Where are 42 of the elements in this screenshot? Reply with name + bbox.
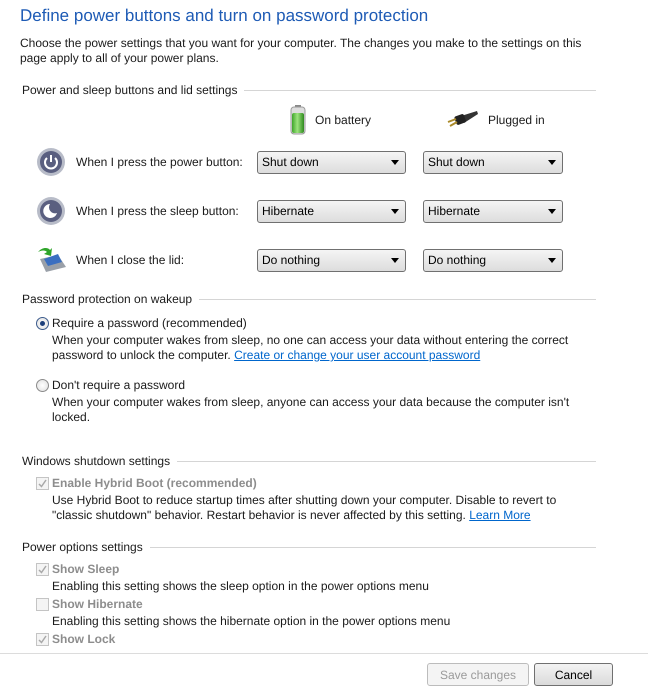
column-label: On battery bbox=[315, 113, 372, 127]
dropdown[interactable]: Hibernate bbox=[257, 200, 406, 222]
section-heading: Password protection on wakeup bbox=[22, 291, 192, 307]
power-icon bbox=[36, 147, 66, 177]
checkbox-label: Enable Hybrid Boot (recommended) bbox=[52, 475, 257, 492]
dropdown[interactable]: Shut down bbox=[423, 150, 563, 174]
setting-label: When I press the power button: bbox=[76, 155, 244, 169]
option-description: When your computer wakes from sleep, no one can access your data without entering the correct password to unlock the computer. Create or change your user account password bbox=[52, 333, 570, 363]
intro-text: Choose the power settings that you want for your computer. The changes you make to the settings on this page apply to all of your power plans. bbox=[20, 36, 582, 66]
dropdown[interactable]: Shut down bbox=[257, 150, 406, 174]
setting-label: When I close the lid: bbox=[76, 253, 186, 267]
cancel-button[interactable]: Cancel bbox=[534, 663, 613, 686]
caret-icon bbox=[548, 160, 556, 164]
caret-icon bbox=[548, 258, 556, 262]
dropdown[interactable]: Hibernate bbox=[423, 200, 563, 222]
battery-icon bbox=[290, 105, 306, 135]
caret-icon bbox=[548, 208, 556, 214]
setting-description: Use Hybrid Boot to reduce startup times after shutting down your computer. Disable to revert to "classic shutdown" behavior. Restart behavior is never affected by this setting. Learn More bbox=[52, 493, 558, 523]
caret-icon bbox=[391, 208, 399, 214]
setting-description: Enabling this setting shows the hibernate option in the power options menu bbox=[52, 614, 452, 629]
radio-button[interactable] bbox=[36, 379, 49, 392]
setting-label: When I press the sleep button: bbox=[76, 204, 240, 218]
option-label: Require a password (recommended) bbox=[52, 315, 247, 332]
option-label: Don't require a password bbox=[52, 377, 186, 394]
checkbox-label: Show Sleep bbox=[52, 561, 120, 578]
setting-description: Enabling this setting shows the sleep option in the power options menu bbox=[52, 579, 430, 594]
laptop-icon bbox=[36, 245, 68, 275]
dropdown[interactable]: Do nothing bbox=[257, 248, 406, 272]
moon-icon bbox=[36, 196, 66, 226]
section-heading: Power options settings bbox=[22, 539, 143, 555]
section-heading: Windows shutdown settings bbox=[22, 453, 170, 469]
column-label: Plugged in bbox=[488, 113, 545, 127]
checkbox-label: Show Hibernate bbox=[52, 596, 143, 613]
caret-icon bbox=[391, 160, 399, 164]
password-link[interactable]: Create or change your user account password bbox=[234, 348, 480, 362]
page-title: Define power buttons and turn on password protection bbox=[20, 5, 430, 26]
option-description: When your computer wakes from sleep, anyone can access your data because the computer isn't locked. bbox=[52, 395, 570, 425]
section-heading: Power and sleep buttons and lid settings bbox=[22, 82, 238, 98]
checkbox-label: Show Lock bbox=[52, 631, 116, 648]
caret-icon bbox=[391, 258, 399, 262]
radio-button[interactable] bbox=[36, 317, 49, 330]
dropdown[interactable]: Do nothing bbox=[423, 248, 563, 272]
